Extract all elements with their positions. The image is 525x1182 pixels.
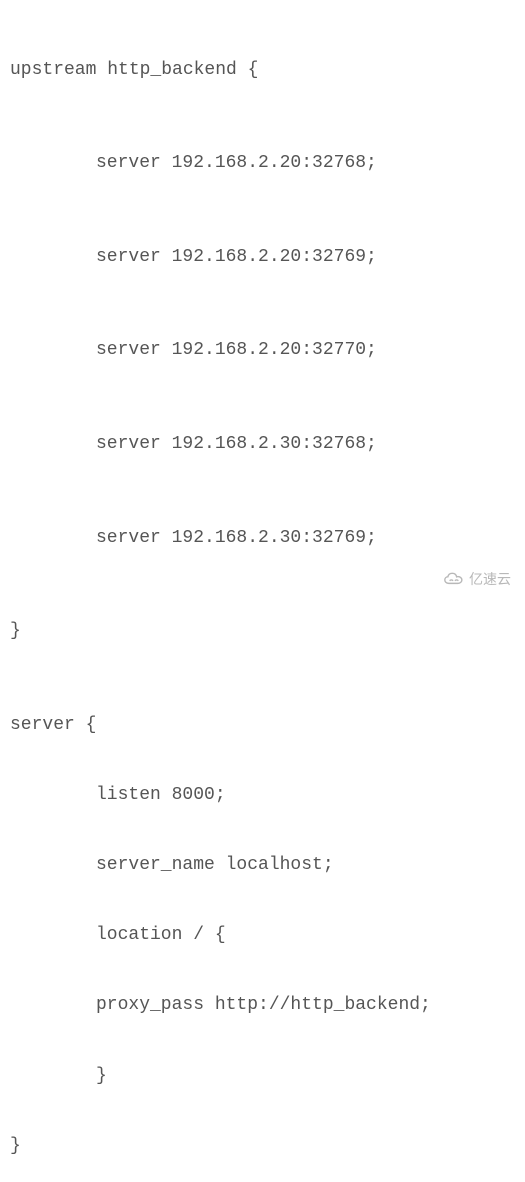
server-close-brace: } [10,1135,515,1158]
proxy-pass-directive: proxy_pass http://http_backend; [10,994,515,1017]
server-entry: server 192.168.2.20:32770; [10,339,515,362]
listen-directive: listen 8000; [10,784,515,807]
server-entry: server 192.168.2.20:32769; [10,246,515,269]
watermark: 亿速云 [443,570,511,588]
location-directive: location / { [10,924,515,947]
upstream-declaration: upstream http_backend { [10,59,515,82]
server-entry: server 192.168.2.30:32769; [10,527,515,550]
server-name-directive: server_name localhost; [10,854,515,877]
location-close-brace: } [10,1065,515,1088]
server-block-open: server { [10,714,515,737]
watermark-text: 亿速云 [469,570,511,588]
server-entry: server 192.168.2.20:32768; [10,152,515,175]
nginx-config-block: upstream http_backend { server 192.168.2… [10,12,515,1182]
cloud-icon [443,572,465,586]
upstream-close-brace: } [10,620,515,643]
server-entry: server 192.168.2.30:32768; [10,433,515,456]
